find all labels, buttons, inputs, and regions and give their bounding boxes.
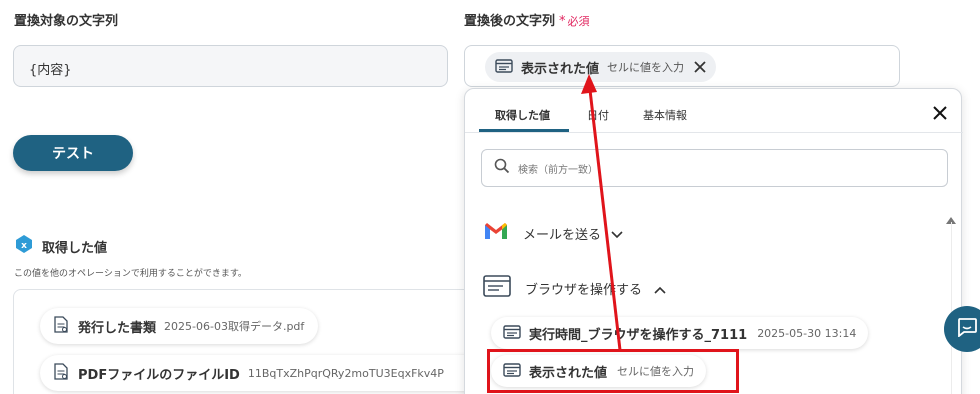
required-star: *	[559, 14, 566, 29]
acquired-item[interactable]: 発行した書類 2025-06-03取得データ.pdf	[40, 308, 319, 344]
tab-basic-info[interactable]: 基本情報	[643, 107, 687, 123]
chat-icon	[956, 317, 978, 341]
document-icon	[503, 362, 521, 381]
browser-value-item-main: 実行時間_ブラウザを操作する_7111	[529, 327, 748, 343]
acquired-item[interactable]: PDFファイルのファイルID 11BqTxZhPqrQRy2moTU3EqxFk…	[40, 355, 474, 391]
close-icon[interactable]	[932, 105, 948, 125]
value-search-input[interactable]: 検索（前方一致）	[481, 149, 948, 187]
value-picker-popup: 取得した値 日付 基本情報 検索（前方一致） メールを送る ブラウザを操作する …	[464, 88, 963, 394]
tab-acquired-values[interactable]: 取得した値	[495, 107, 550, 123]
document-icon	[495, 58, 513, 77]
scrollbar-track[interactable]	[951, 222, 952, 394]
replace-target-value: {内容}	[29, 63, 72, 78]
acquired-description: この値を他のオペレーションで利用することができます。	[14, 269, 247, 279]
acquired-item-sub: 11BqTxZhPqrQRy2moTU3EqxFkv4P	[247, 366, 444, 380]
acquired-title-row: x 取得した値	[14, 234, 107, 258]
replacement-label-row: 置換後の文字列 * 必須	[464, 10, 590, 29]
group-send-mail[interactable]: メールを送る	[483, 221, 623, 245]
svg-text:x: x	[21, 241, 27, 251]
browser-value-item[interactable]: 実行時間_ブラウザを操作する_7111 2025-05-30 13:14	[491, 317, 869, 349]
replace-target-input[interactable]: {内容}	[13, 45, 448, 87]
chevron-down-icon	[611, 224, 623, 243]
search-icon	[494, 158, 510, 178]
pdf-file-icon	[54, 315, 68, 337]
document-icon	[503, 324, 521, 343]
replacement-label: 置換後の文字列	[464, 14, 556, 29]
replacement-chip-main: 表示された値	[521, 61, 600, 77]
acquired-item-main: PDFファイルのファイルID	[78, 367, 240, 383]
tab-date[interactable]: 日付	[587, 107, 609, 123]
tab-divider	[465, 132, 963, 133]
group-browser-label: ブラウザを操作する	[525, 282, 643, 298]
replace-target-label: 置換対象の文字列	[14, 14, 119, 29]
replacement-chip[interactable]: 表示された値 セルに値を入力	[485, 52, 717, 82]
browser-value-item-sub: セルに値を入力	[617, 365, 695, 378]
group-send-mail-label: メールを送る	[523, 227, 602, 243]
browser-value-item[interactable]: 表示された値 セルに値を入力	[491, 355, 707, 387]
acquired-item-main: 発行した書類	[78, 320, 157, 336]
browser-value-item-sub: 2025-05-30 13:14	[757, 326, 857, 340]
replacement-input[interactable]: 表示された値 セルに値を入力	[464, 45, 900, 87]
pdf-file-icon	[54, 362, 68, 384]
acquired-title: 取得した値	[42, 240, 108, 256]
group-browser-operation[interactable]: ブラウザを操作する	[483, 275, 666, 301]
acquired-values-panel: 発行した書類 2025-06-03取得データ.pdf PDFファイルのファイルI…	[13, 289, 474, 394]
remove-chip-icon[interactable]	[694, 58, 706, 77]
gmail-icon	[483, 221, 509, 245]
browser-value-item-main: 表示された値	[529, 365, 608, 381]
variable-badge-icon: x	[14, 234, 34, 258]
app-root: 置換対象の文字列 {内容} 置換後の文字列 * 必須 表示された値 セルに値を入…	[0, 0, 980, 394]
test-button[interactable]: テスト	[13, 135, 133, 171]
replacement-chip-sub: セルに値を入力	[607, 61, 685, 74]
acquired-item-sub: 2025-06-03取得データ.pdf	[164, 320, 305, 333]
chevron-up-icon	[654, 279, 666, 298]
required-text: 必須	[567, 15, 590, 28]
search-placeholder: 検索（前方一致）	[518, 164, 598, 176]
browser-icon	[483, 275, 511, 301]
